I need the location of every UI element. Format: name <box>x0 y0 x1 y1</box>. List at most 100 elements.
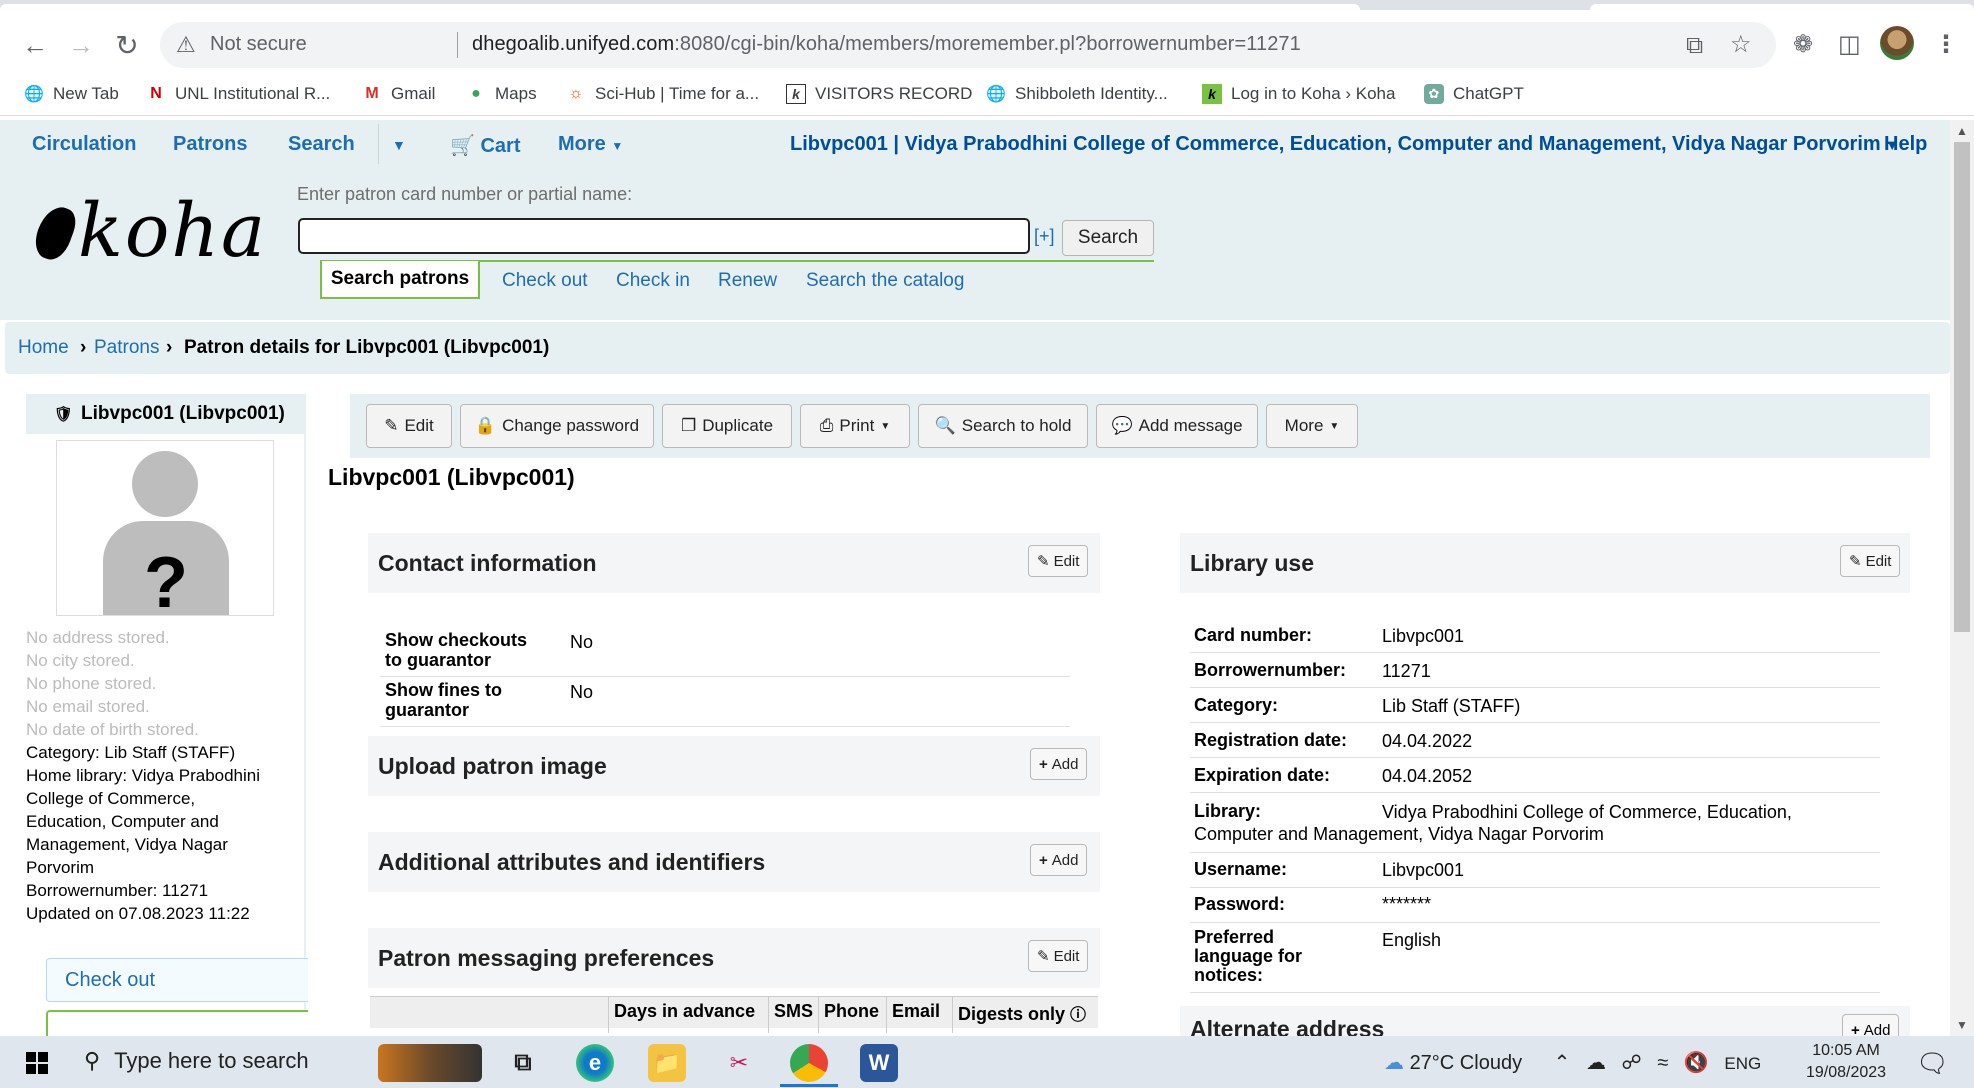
bookmark-koha-login[interactable]: k Log in to Koha › Koha <box>1202 84 1395 104</box>
share-icon[interactable]: ⧉ <box>1686 32 1703 60</box>
tab-renew[interactable]: Renew <box>718 270 777 292</box>
tab-check-out[interactable]: Check out <box>502 270 588 292</box>
bookmark-new-tab[interactable]: 🌐 New Tab <box>24 84 119 104</box>
info-icon[interactable]: ⓘ <box>1070 1007 1086 1024</box>
taskbar-search[interactable]: ⚲ Type here to search <box>84 1048 309 1074</box>
bookmark-label: Sci-Hub | Time for a... <box>595 84 760 103</box>
word-app-icon[interactable]: W <box>860 1044 898 1082</box>
advanced-search-toggle[interactable]: [+] <box>1034 226 1055 247</box>
search-to-hold-button[interactable]: 🔍 Search to hold <box>918 404 1088 448</box>
weather-text[interactable]: 27°C Cloudy <box>1410 1052 1523 1074</box>
duplicate-button[interactable]: ❐ Duplicate <box>662 404 792 448</box>
nav-library-menu[interactable]: Libvpc001 | Vidya Prabodhini College of … <box>790 133 1898 156</box>
scroll-up-icon[interactable]: ▲ <box>1956 124 1968 138</box>
edit-patron-button[interactable]: ✎ Edit <box>366 404 452 448</box>
add-message-button[interactable]: 💬 Add message <box>1096 404 1258 448</box>
col-sms: SMS <box>774 1001 814 1021</box>
tab-search-patrons[interactable]: Search patrons <box>320 261 480 299</box>
active-app-indicator <box>780 1084 838 1087</box>
col-phone: Phone <box>824 1001 880 1021</box>
tray-chevron-icon[interactable]: ⌃ <box>1554 1052 1571 1074</box>
warning-icon: ⚠ <box>176 32 196 57</box>
bookmark-chatgpt[interactable]: ✿ ChatGPT <box>1424 84 1524 104</box>
nav-circulation[interactable]: Circulation <box>32 133 136 156</box>
volume-muted-icon[interactable]: 🔇 <box>1684 1052 1709 1074</box>
edit-library-use-button[interactable]: ✎ Edit <box>1840 545 1901 577</box>
print-button[interactable]: ⎙ Print ▼ <box>800 404 910 448</box>
messaging-header: Patron messaging preferences ✎ Edit <box>368 928 1100 988</box>
bookmark-shibboleth[interactable]: 🌐 Shibboleth Identity... <box>986 84 1168 104</box>
row-divider <box>380 676 1070 677</box>
koha-logo[interactable]: koha <box>29 188 267 274</box>
change-password-button[interactable]: 🔒 Change password <box>460 404 654 448</box>
nav-more[interactable]: More ▼ <box>558 133 623 156</box>
bookmark-maps[interactable]: ● Maps <box>466 84 536 104</box>
more-actions-button[interactable]: More ▼ <box>1266 404 1358 448</box>
registration-value: 04.04.2022 <box>1382 731 1473 751</box>
patron-search-button[interactable]: Search <box>1062 220 1154 256</box>
borrowernumber-value: 11271 <box>1382 661 1431 681</box>
tab-check-in[interactable]: Check in <box>616 270 690 292</box>
sidebar-checkout-link[interactable]: Check out <box>46 958 308 1002</box>
add-attributes-button[interactable]: + Add <box>1030 844 1088 876</box>
profile-avatar[interactable] <box>1880 26 1914 60</box>
preferred-language-label: Preferred language for notices: <box>1194 928 1302 985</box>
edge-browser-icon[interactable]: e <box>576 1044 614 1082</box>
row-divider <box>1190 757 1880 758</box>
address-bar[interactable]: ⚠ Not secure dhegoalib.unifyed.com:8080/… <box>160 22 1776 68</box>
nav-search[interactable]: Search <box>288 133 355 156</box>
snipping-tool-icon[interactable]: ✂ <box>720 1044 758 1082</box>
nav-patrons[interactable]: Patrons <box>173 133 247 156</box>
bookmark-gmail[interactable]: M Gmail <box>362 84 435 104</box>
notifications-icon[interactable]: 🗨 <box>1916 1048 1949 1079</box>
edit-messaging-button[interactable]: ✎ Edit <box>1028 940 1089 972</box>
koha-icon: k <box>786 84 806 104</box>
file-explorer-icon[interactable]: 📁 <box>648 1044 686 1082</box>
patron-photo-placeholder[interactable]: ? <box>56 440 274 616</box>
taskbar-clock[interactable]: 10:05 AM 19/08/2023 <box>1806 1040 1886 1084</box>
squirrel-widget-icon[interactable] <box>378 1044 482 1082</box>
task-view-icon[interactable]: ⧉ <box>504 1044 542 1082</box>
meet-icon[interactable]: ☍ <box>1622 1052 1642 1074</box>
row-divider <box>1190 792 1880 793</box>
back-arrow-icon[interactable]: ← <box>20 30 50 60</box>
reload-icon[interactable]: ↻ <box>112 30 142 61</box>
page-scrollbar[interactable]: ▲ ▼ <box>1950 120 1974 1036</box>
scrollbar-thumb[interactable] <box>1954 142 1970 632</box>
add-image-button[interactable]: + Add <box>1030 748 1088 780</box>
breadcrumb-home[interactable]: Home <box>18 337 69 359</box>
onedrive-icon[interactable]: ☁ <box>1586 1052 1606 1074</box>
breadcrumb-patrons[interactable]: Patrons <box>94 337 159 359</box>
chevron-right-icon: › <box>80 337 87 358</box>
patron-search-input[interactable] <box>298 218 1030 254</box>
scroll-down-icon[interactable]: ▼ <box>1956 1018 1968 1032</box>
input-language[interactable]: ENG <box>1724 1054 1761 1073</box>
nav-help[interactable]: Help <box>1884 133 1927 156</box>
add-alternate-address-button[interactable]: + Add <box>1842 1014 1900 1036</box>
bookmark-scihub[interactable]: ☼ Sci-Hub | Time for a... <box>566 84 759 104</box>
caret-down-icon[interactable]: ▼ <box>392 137 406 153</box>
breadcrumb-current: Patron details for Libvpc001 (Libvpc001) <box>184 337 550 358</box>
maps-icon: ● <box>471 85 481 102</box>
gmail-icon: M <box>365 85 379 102</box>
row-divider <box>1190 722 1880 723</box>
koha-logo-icon <box>29 201 81 265</box>
nav-cart[interactable]: 🛒 Cart <box>450 133 520 158</box>
chrome-browser-icon[interactable] <box>790 1044 828 1082</box>
windows-start-icon[interactable] <box>26 1052 48 1074</box>
forward-arrow-icon[interactable]: → <box>66 30 96 60</box>
sidepanel-icon[interactable]: ◫ <box>1838 30 1861 59</box>
extensions-icon[interactable]: ❁ <box>1793 30 1813 59</box>
kebab-menu-icon[interactable]: ⋮ <box>1934 30 1958 59</box>
bookmark-star-icon[interactable]: ☆ <box>1730 30 1752 59</box>
row-divider <box>1190 852 1880 853</box>
library-value-line2: Computer and Management, Vidya Nagar Por… <box>1194 824 1604 844</box>
bookmark-visitors-record[interactable]: k VISITORS RECORD <box>786 84 972 104</box>
wifi-icon[interactable]: ≈ <box>1657 1052 1668 1074</box>
bookmark-label: Shibboleth Identity... <box>1015 84 1168 103</box>
bookmark-unl[interactable]: N UNL Institutional R... <box>146 84 330 104</box>
url-text[interactable]: dhegoalib.unifyed.com:8080/cgi-bin/koha/… <box>472 33 1301 56</box>
url-path: :8080/cgi-bin/koha/members/moremember.pl… <box>674 33 1301 55</box>
tab-search-catalog[interactable]: Search the catalog <box>806 270 964 292</box>
edit-contact-button[interactable]: ✎ Edit <box>1028 545 1089 577</box>
